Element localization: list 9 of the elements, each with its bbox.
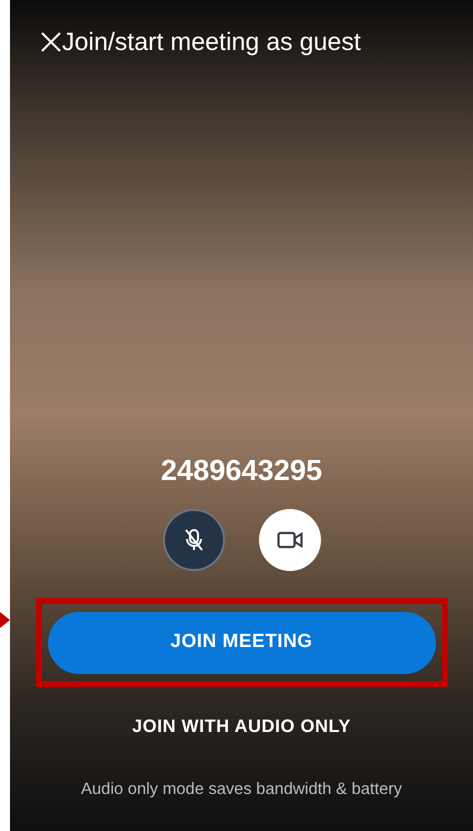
close-icon[interactable] [40, 31, 62, 53]
video-camera-icon [276, 531, 302, 549]
annotation-arrow [0, 612, 10, 628]
join-audio-only-button[interactable]: JOIN WITH AUDIO ONLY [132, 714, 351, 738]
join-meeting-button[interactable]: JOIN MEETING [48, 612, 436, 674]
audio-only-note: Audio only mode saves bandwidth & battery [80, 779, 402, 800]
meeting-id: 2489643295 [160, 454, 322, 489]
screen-title: Join/start meeting as guest [62, 27, 361, 58]
muted-microphone-icon [182, 528, 204, 552]
